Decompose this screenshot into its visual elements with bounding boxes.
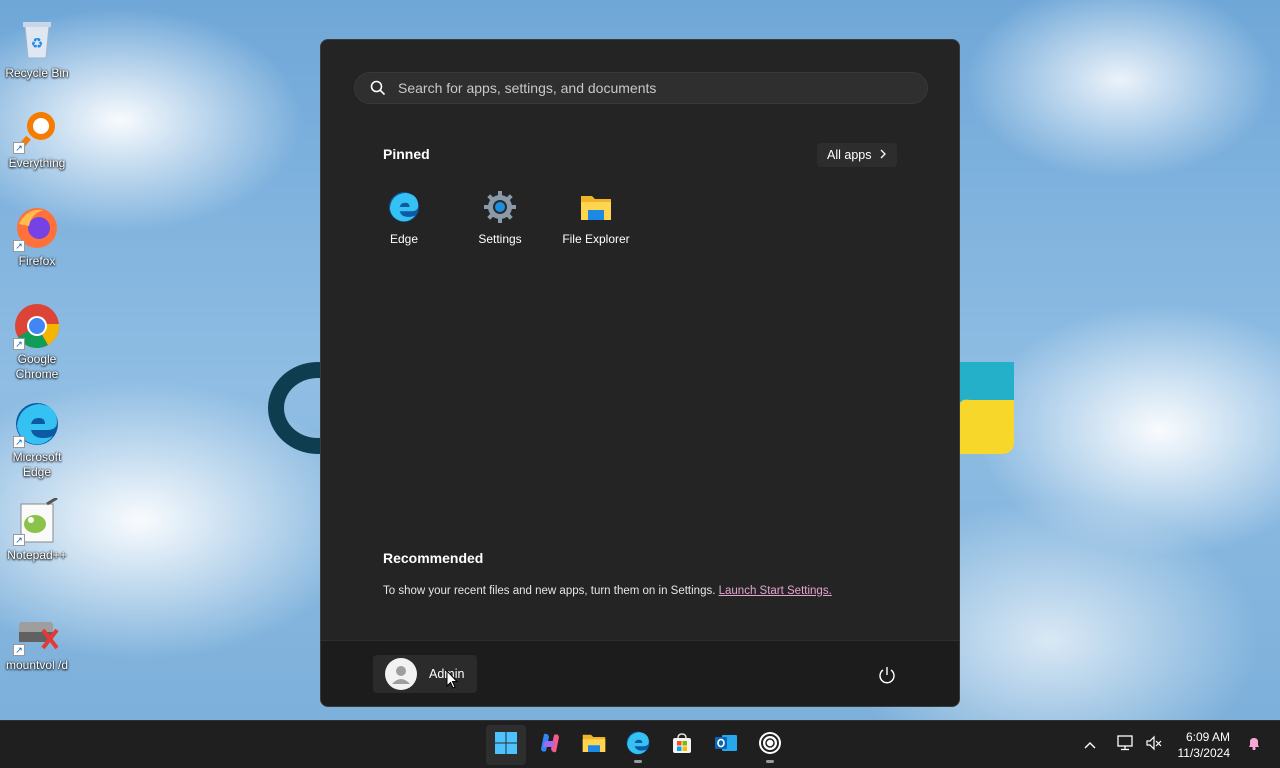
outlook-icon — [714, 731, 738, 760]
mouse-cursor-icon — [446, 669, 459, 690]
copilot-icon — [538, 731, 562, 760]
shortcut-arrow-icon: ↗ — [13, 534, 25, 546]
desktop-icon-label: Notepad++ — [7, 548, 67, 562]
avatar — [385, 658, 417, 690]
start-button[interactable] — [486, 725, 526, 765]
notepadpp-icon: ↗ — [13, 496, 61, 546]
mountvol-icon: ↗ — [13, 608, 61, 656]
user-account-button[interactable]: Admin — [373, 655, 477, 693]
desktop-icon-label: Firefox — [18, 254, 56, 268]
recommended-text: To show your recent files and new apps, … — [383, 585, 716, 597]
bell-icon — [1246, 735, 1262, 756]
edge-icon — [625, 730, 651, 761]
start-footer: Admin — [321, 640, 959, 706]
store-icon — [671, 732, 693, 759]
taskbar-file-explorer[interactable] — [574, 725, 614, 765]
wallpaper-logo-right — [960, 362, 1014, 454]
system-tray: 6:09 AM 11/3/2024 — [1076, 721, 1280, 768]
pinned-app-settings[interactable]: Settings — [452, 188, 548, 256]
desktop-icon-label: Recycle Bin — [5, 66, 69, 80]
power-icon — [875, 667, 899, 691]
taskbar: 6:09 AM 11/3/2024 — [0, 720, 1280, 768]
all-apps-button[interactable]: All apps — [817, 143, 898, 167]
pinned-app-label: Settings — [478, 232, 522, 246]
search-icon — [370, 80, 386, 96]
desktop-icon-label: Everything — [8, 156, 66, 170]
desktop-icon-everything[interactable]: ↗ Everything — [0, 106, 74, 171]
recycle-bin-icon: ♻ — [13, 16, 61, 64]
pinned-app-label: File Explorer — [562, 232, 630, 246]
taskbar-edge[interactable] — [618, 725, 658, 765]
taskbar-store[interactable] — [662, 725, 702, 765]
svg-text:♻: ♻ — [31, 36, 44, 52]
pinned-app-edge[interactable]: Edge — [356, 188, 452, 256]
volume-button[interactable] — [1142, 733, 1166, 757]
clock[interactable]: 6:09 AM 11/3/2024 — [1178, 729, 1231, 761]
circle-app-icon — [757, 730, 783, 761]
chrome-icon: ↗ — [13, 302, 61, 350]
taskbar-app[interactable] — [750, 725, 790, 765]
pinned-apps-grid: Edge Settings File Explorer — [356, 188, 644, 256]
recommended-message: To show your recent files and new apps, … — [383, 585, 832, 597]
volume-muted-icon — [1145, 735, 1163, 756]
pinned-heading: Pinned — [383, 146, 430, 162]
shortcut-arrow-icon: ↗ — [13, 644, 25, 656]
notifications-button[interactable] — [1242, 733, 1266, 757]
network-button[interactable] — [1114, 733, 1138, 757]
taskbar-outlook[interactable] — [706, 725, 746, 765]
chevron-up-icon — [1084, 736, 1096, 754]
taskbar-apps — [486, 725, 790, 765]
desktop-icon-notepadpp[interactable]: ↗ Notepad++ — [0, 496, 74, 563]
folder-icon — [579, 190, 613, 224]
settings-gear-icon — [483, 190, 517, 224]
desktop-icon-label: Microsoft Edge — [12, 450, 62, 479]
windows-logo-icon — [494, 731, 518, 760]
pinned-app-label: Edge — [389, 232, 419, 246]
chevron-right-icon — [879, 148, 887, 162]
search-input[interactable] — [398, 80, 898, 96]
desktop-icon-firefox[interactable]: ↗ Firefox — [0, 204, 74, 269]
folder-icon — [581, 731, 607, 760]
shortcut-arrow-icon: ↗ — [13, 338, 25, 350]
firefox-icon: ↗ — [13, 204, 61, 252]
recommended-heading: Recommended — [383, 550, 484, 566]
edge-icon — [387, 190, 421, 224]
clock-date: 11/3/2024 — [1177, 746, 1231, 760]
taskbar-copilot[interactable] — [530, 725, 570, 765]
shortcut-arrow-icon: ↗ — [13, 142, 25, 154]
clock-time: 6:09 AM — [1185, 730, 1230, 744]
launch-start-settings-link[interactable]: Launch Start Settings. — [719, 585, 832, 597]
show-hidden-icons-button[interactable] — [1078, 733, 1102, 757]
everything-icon: ↗ — [13, 106, 61, 154]
all-apps-label: All apps — [827, 148, 872, 162]
desktop-icon-google-chrome[interactable]: ↗ Google Chrome — [0, 302, 74, 382]
desktop-icon-label: Google Chrome — [15, 352, 59, 381]
network-icon — [1116, 734, 1135, 756]
desktop-icon-recycle-bin[interactable]: ♻ Recycle Bin — [0, 16, 74, 81]
edge-icon: ↗ — [13, 400, 61, 448]
power-button[interactable] — [875, 663, 899, 687]
shortcut-arrow-icon: ↗ — [13, 240, 25, 252]
desktop-icon-microsoft-edge[interactable]: ↗ Microsoft Edge — [0, 400, 74, 480]
desktop-icon-label: mountvol /d — [5, 658, 69, 672]
shortcut-arrow-icon: ↗ — [13, 436, 25, 448]
start-search-box[interactable] — [354, 72, 928, 104]
start-menu: Pinned All apps Edge — [320, 39, 960, 707]
desktop-icon-mountvol[interactable]: ↗ mountvol /d — [0, 608, 74, 673]
pinned-app-file-explorer[interactable]: File Explorer — [548, 188, 644, 256]
